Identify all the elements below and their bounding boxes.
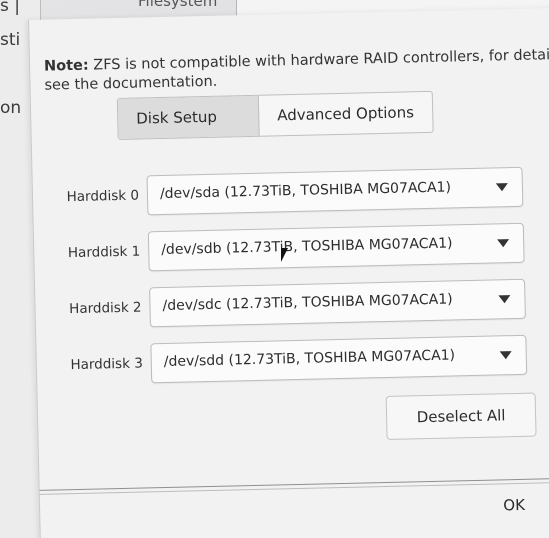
- screen: s | sti on Filesystem Note: ZFS is not c…: [0, 0, 549, 538]
- harddisk-2-select[interactable]: /dev/sdc (12.73TiB, TOSHIBA MG07ACA1): [149, 278, 526, 328]
- background-text-fragment: sti: [0, 30, 21, 50]
- background-text-fragment: s |: [0, 0, 20, 16]
- harddisk-1-value: /dev/sdb (12.73TiB, TOSHIBA MG07ACA1): [161, 235, 453, 259]
- harddisk-0-value: /dev/sda (12.73TiB, TOSHIBA MG07ACA1): [159, 179, 452, 203]
- note-label: Note:: [43, 57, 89, 75]
- dropdown-arrow-icon: [499, 351, 512, 360]
- harddisk-label: Harddisk 2: [69, 299, 142, 318]
- mouse-pointer-icon: [281, 248, 288, 262]
- zfs-note: Note: ZFS is not compatible with hardwar…: [44, 46, 549, 96]
- tab-advanced-options[interactable]: Advanced Options: [259, 92, 433, 136]
- dropdown-arrow-icon: [495, 183, 509, 192]
- note-text: ZFS is not compatible with hardware RAID…: [44, 46, 549, 94]
- harddisk-2-value: /dev/sdc (12.73TiB, TOSHIBA MG07ACA1): [162, 291, 453, 315]
- harddisk-row-1: Harddisk 1 /dev/sdb (12.73TiB, TOSHIBA M…: [50, 222, 525, 274]
- harddisk-0-select[interactable]: /dev/sda (12.73TiB, TOSHIBA MG07ACA1): [146, 166, 524, 216]
- background-filesystem-label: Filesystem: [138, 0, 218, 10]
- dropdown-arrow-icon: [498, 295, 511, 304]
- harddisk-row-2: Harddisk 2 /dev/sdc (12.73TiB, TOSHIBA M…: [51, 278, 526, 330]
- harddisk-label: Harddisk 1: [67, 243, 141, 262]
- background-text-fragment: on: [0, 98, 22, 118]
- harddisk-row-3: Harddisk 3 /dev/sdd (12.73TiB, TOSHIBA M…: [52, 334, 528, 386]
- harddisk-row-0: Harddisk 0 /dev/sda (12.73TiB, TOSHIBA M…: [49, 166, 524, 218]
- ok-button[interactable]: OK: [464, 484, 549, 526]
- deselect-all-button[interactable]: Deselect All: [385, 392, 537, 440]
- harddisk-label: Harddisk 3: [70, 355, 144, 374]
- tab-disk-setup[interactable]: Disk Setup: [117, 95, 260, 139]
- tab-bar: Disk Setup Advanced Options: [116, 90, 434, 140]
- harddisk-3-select[interactable]: /dev/sdd (12.73TiB, TOSHIBA MG07ACA1): [150, 334, 528, 384]
- harddisk-1-select[interactable]: /dev/sdb (12.73TiB, TOSHIBA MG07ACA1): [147, 222, 525, 272]
- harddisk-options-dialog: Note: ZFS is not compatible with hardwar…: [28, 7, 549, 538]
- harddisk-label: Harddisk 0: [66, 187, 140, 206]
- harddisk-3-value: /dev/sdd (12.73TiB, TOSHIBA MG07ACA1): [163, 347, 456, 371]
- dropdown-arrow-icon: [497, 239, 510, 248]
